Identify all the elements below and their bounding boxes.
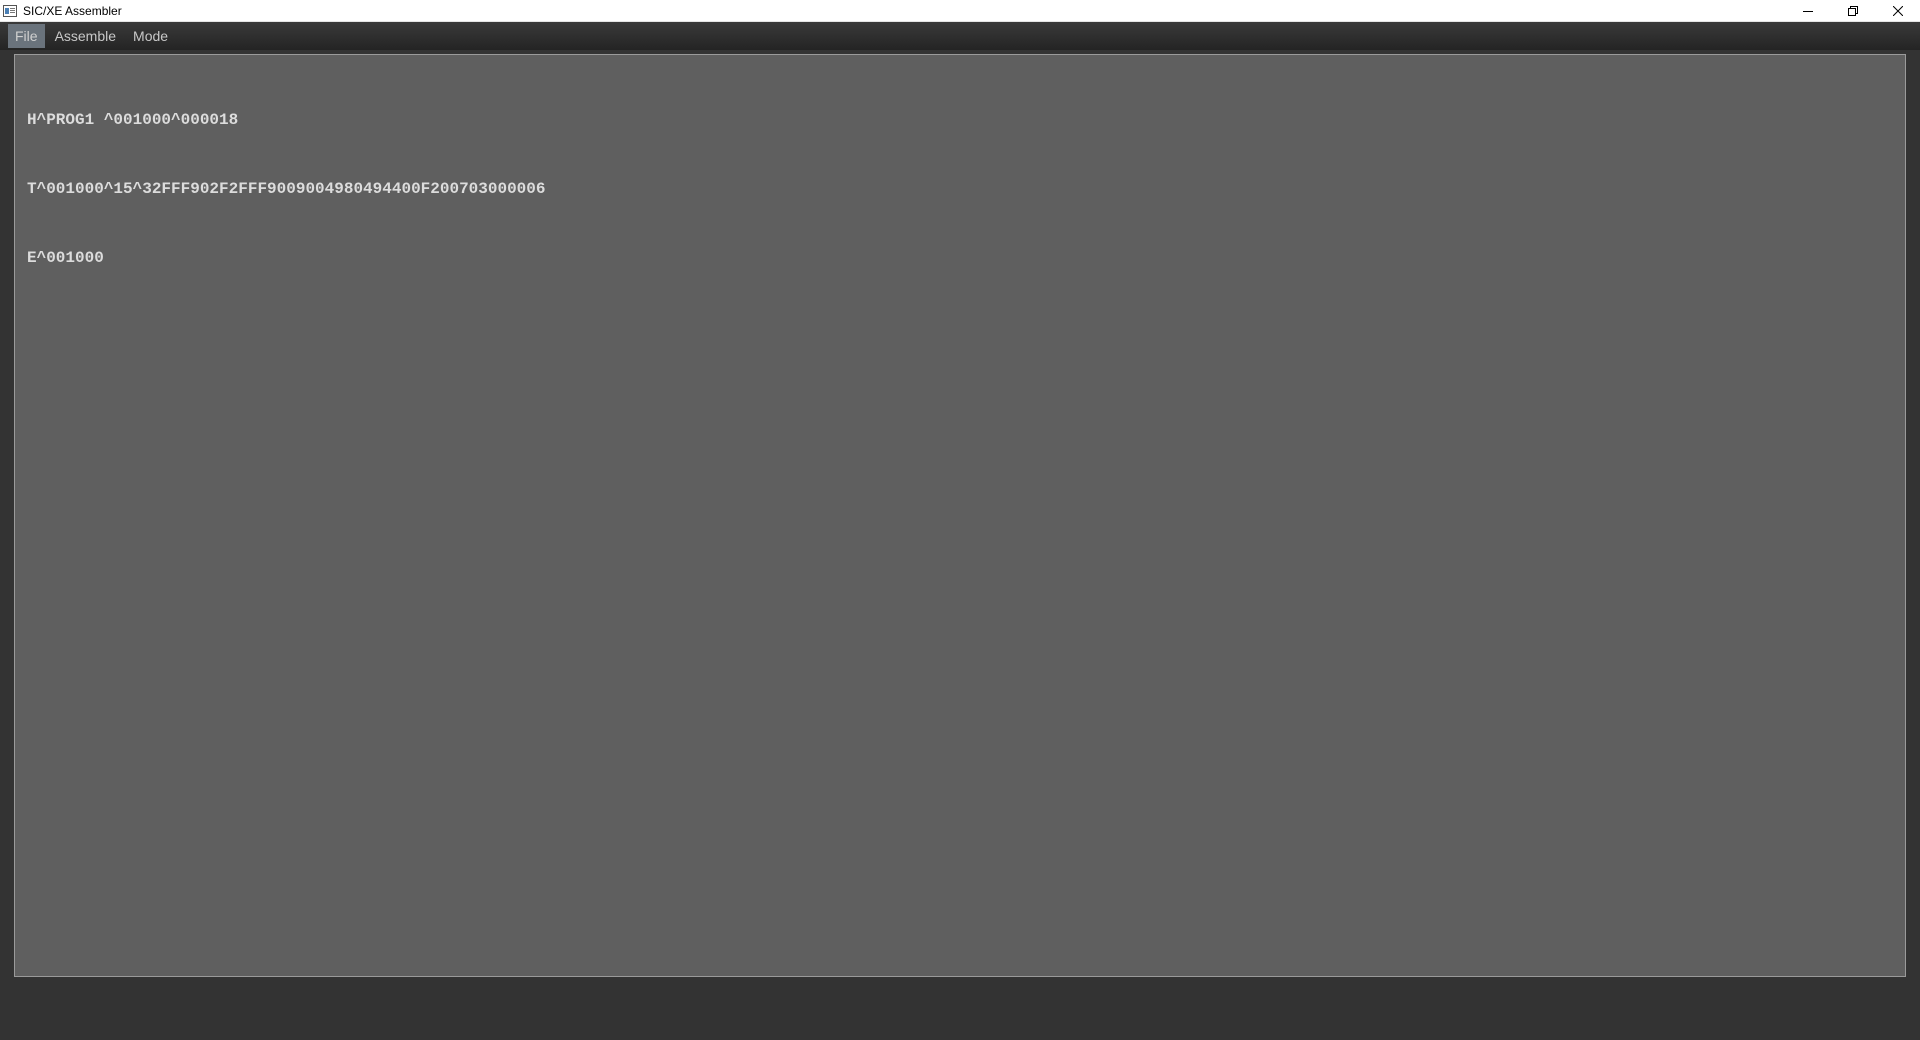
app-window-icon xyxy=(3,4,17,17)
window-controls xyxy=(1785,0,1920,22)
close-button[interactable] xyxy=(1875,0,1920,22)
text-record-line: T^001000^15^32FFF902F2FFF900900498049440… xyxy=(27,180,546,198)
menu-file[interactable]: File xyxy=(8,24,45,48)
menu-bar: File Assemble Mode xyxy=(0,22,1920,50)
object-code-listing: H^PROG1 ^001000^000018 T^001000^15^32FFF… xyxy=(27,63,1893,316)
restore-icon xyxy=(1847,6,1858,16)
maximize-button[interactable] xyxy=(1830,0,1875,22)
minimize-button[interactable] xyxy=(1785,0,1830,22)
title-bar[interactable]: SIC/XE Assembler xyxy=(0,0,1920,22)
close-icon xyxy=(1892,6,1903,16)
end-record-line: E^001000 xyxy=(27,249,104,267)
window-title: SIC/XE Assembler xyxy=(23,3,122,18)
output-text-area[interactable]: H^PROG1 ^001000^000018 T^001000^15^32FFF… xyxy=(14,54,1906,977)
menu-assemble[interactable]: Assemble xyxy=(48,24,123,48)
header-record-line: H^PROG1 ^001000^000018 xyxy=(27,111,239,129)
app-window: SIC/XE Assembler File Assemble Mode H^PR… xyxy=(0,0,1920,1040)
minimize-icon xyxy=(1802,6,1813,16)
menu-mode[interactable]: Mode xyxy=(126,24,175,48)
